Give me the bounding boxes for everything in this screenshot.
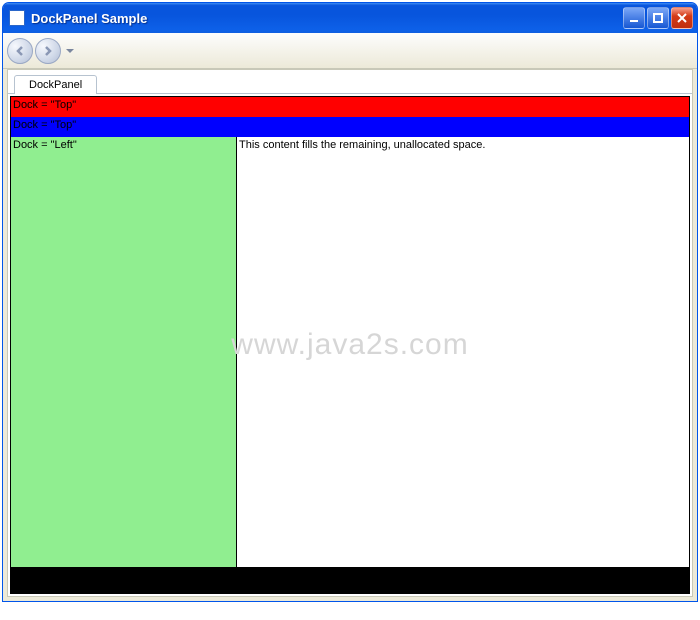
app-icon <box>9 10 25 26</box>
nav-toolbar <box>3 33 697 69</box>
dock-top-red: Dock = "Top" <box>11 97 689 117</box>
minimize-button[interactable] <box>623 7 645 29</box>
dock-left-green: Dock = "Left" <box>11 137 237 567</box>
dock-middle-row: Dock = "Left" This content fills the rem… <box>11 137 689 567</box>
tab-strip: DockPanel <box>8 70 692 94</box>
dock-fill-white: This content fills the remaining, unallo… <box>237 137 689 567</box>
app-window: DockPanel Sample DockPanel Dock = "Top" … <box>2 2 698 602</box>
close-button[interactable] <box>671 7 693 29</box>
maximize-button[interactable] <box>647 7 669 29</box>
nav-forward-button[interactable] <box>35 38 61 64</box>
window-title: DockPanel Sample <box>31 11 621 26</box>
dock-panel: Dock = "Top" Dock = "Top" Dock = "Left" … <box>10 96 690 594</box>
dock-bottom-black <box>11 567 689 593</box>
titlebar[interactable]: DockPanel Sample <box>3 3 697 33</box>
tab-dockpanel[interactable]: DockPanel <box>14 75 97 94</box>
client-area: DockPanel Dock = "Top" Dock = "Top" Dock… <box>7 69 693 597</box>
dock-top-blue: Dock = "Top" <box>11 117 689 137</box>
nav-history-dropdown[interactable] <box>63 38 77 64</box>
nav-back-button[interactable] <box>7 38 33 64</box>
